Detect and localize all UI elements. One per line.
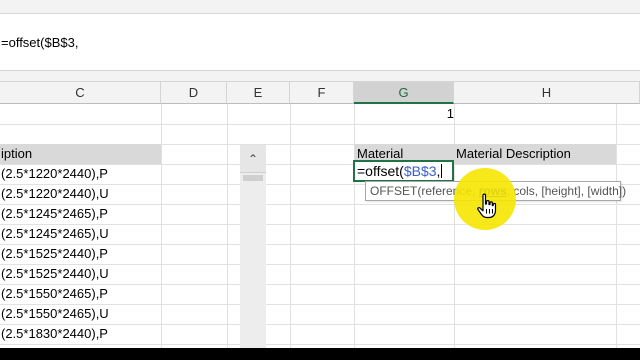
scrollbar-thumb[interactable] [243,175,263,181]
column-header-f[interactable]: F [290,82,354,104]
table-row[interactable]: (2.5*1245*2465),U [1,224,159,244]
cell-h-header[interactable]: Material Description [456,144,614,164]
table-row[interactable]: (2.5*1245*2465),P [1,204,159,224]
scroll-up-button[interactable]: ⌃ [240,145,266,173]
cell-g-row1[interactable]: 1 [444,104,454,124]
formula-bar-separator [0,70,640,82]
column-header-e[interactable]: E [227,82,290,104]
gridline [290,104,291,360]
table-row[interactable]: (2.5*1525*2440),P [1,244,159,264]
gridline [161,104,162,360]
gridline [454,104,455,360]
table-row[interactable]: (2.5*1830*2440),P [1,324,159,344]
formula-reference: $B$3 [403,163,437,179]
vertical-scrollbar[interactable]: ⌃ [240,145,266,360]
title-strip [0,0,640,14]
hand-pointer-icon [477,193,497,219]
chevron-up-icon: ⌃ [247,151,259,166]
column-header-h[interactable]: H [454,82,640,104]
gridline [0,124,640,125]
table-row[interactable]: (2.5*1550*2465),U [1,304,159,324]
gridline [354,104,355,360]
text-caret [441,164,443,178]
column-header-c[interactable]: C [0,82,161,104]
gridline [616,104,617,360]
tooltip-function-name: OFFSET( [370,184,422,198]
table-row[interactable]: (2.5*1220*2440),P [1,164,159,184]
spreadsheet-window: =offset($B$3, C D E F G H 1 iption Mater… [0,0,640,360]
table-row[interactable]: (2.5*1525*2440),U [1,264,159,284]
table-row[interactable]: (2.5*1220*2440),U [1,184,159,204]
video-letterbox-bar [0,348,640,360]
column-header-d[interactable]: D [161,82,227,104]
formula-suffix: , [436,163,441,179]
formula-bar-text[interactable]: =offset($B$3, [1,35,78,50]
column-header-g[interactable]: G [354,82,454,104]
tooltip-arg-rest: , cols, [height], [width]) [506,184,627,198]
formula-bar[interactable]: =offset($B$3, [0,14,640,70]
active-cell-g3[interactable]: =offset($B$3, [353,160,454,182]
formula-prefix: =offset( [357,163,404,179]
cell-c-header[interactable]: iption [1,144,159,164]
gridline [227,104,228,360]
table-row[interactable]: (2.5*1550*2465),P [1,284,159,304]
cell-grid[interactable]: 1 iption Material Material Description (… [0,104,640,360]
active-cell-formula[interactable]: =offset($B$3, [357,162,443,180]
